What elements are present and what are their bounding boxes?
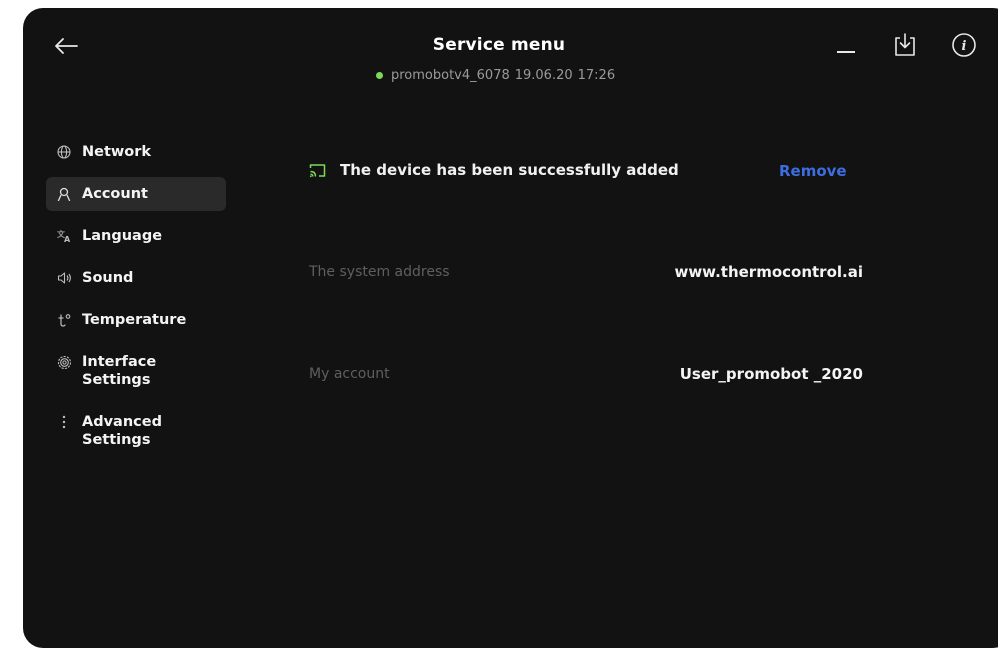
sidebar: Network Account 文A Language Sound Temper… [46, 135, 226, 465]
sidebar-item-label: Interface Settings [82, 354, 157, 388]
sidebar-item-label: Sound [82, 270, 134, 286]
download-icon [895, 33, 915, 56]
translate-icon: 文A [56, 228, 72, 244]
device-status-row: The device has been successfully added [309, 161, 849, 179]
user-icon [56, 186, 72, 202]
sidebar-item-label: Account [82, 186, 148, 202]
remove-button[interactable]: Remove [779, 162, 847, 180]
device-id: promobotv4_6078 [391, 68, 510, 83]
sidebar-item-advanced-settings[interactable]: Advanced Settings [46, 405, 226, 457]
device-added-message: The device has been successfully added [340, 161, 679, 179]
info-button[interactable]: i [951, 32, 977, 58]
svg-text:A: A [64, 235, 71, 243]
sidebar-item-label: Network [82, 144, 152, 160]
globe-icon [56, 144, 72, 160]
minimize-button[interactable] [835, 30, 857, 56]
minimize-icon [837, 51, 855, 53]
sidebar-item-label: Language [82, 228, 163, 244]
sidebar-item-label: Temperature [82, 312, 187, 328]
thermometer-icon [56, 312, 72, 328]
more-vertical-icon [56, 414, 72, 430]
sidebar-item-network[interactable]: Network [46, 135, 226, 169]
arrow-left-icon [55, 38, 78, 54]
device-status: promobotv4_6078 19.06.20 17:26 [376, 68, 615, 83]
download-button[interactable] [893, 32, 917, 58]
status-date: 19.06.20 [514, 68, 573, 83]
my-account-label: My account [309, 366, 390, 382]
cast-icon [309, 163, 326, 177]
device-screen: Service menu promobotv4_6078 19.06.20 17… [23, 8, 998, 648]
my-account-value: User_promobot _2020 [679, 365, 863, 383]
sidebar-item-label: Advanced Settings [82, 414, 162, 448]
status-time: 17:26 [577, 68, 616, 83]
sidebar-item-account[interactable]: Account [46, 177, 226, 211]
sidebar-item-sound[interactable]: Sound [46, 261, 226, 295]
sidebar-item-interface-settings[interactable]: Interface Settings [46, 345, 226, 397]
system-address-value: www.thermocontrol.ai [674, 263, 863, 281]
back-button[interactable] [53, 36, 79, 56]
svg-text:i: i [962, 39, 967, 54]
settings-gear-icon [56, 354, 72, 370]
sidebar-item-temperature[interactable]: Temperature [46, 303, 226, 337]
speaker-icon [56, 270, 72, 286]
system-address-label: The system address [309, 264, 450, 280]
status-dot [376, 72, 383, 79]
info-icon: i [952, 33, 976, 57]
sidebar-item-language[interactable]: 文A Language [46, 219, 226, 253]
